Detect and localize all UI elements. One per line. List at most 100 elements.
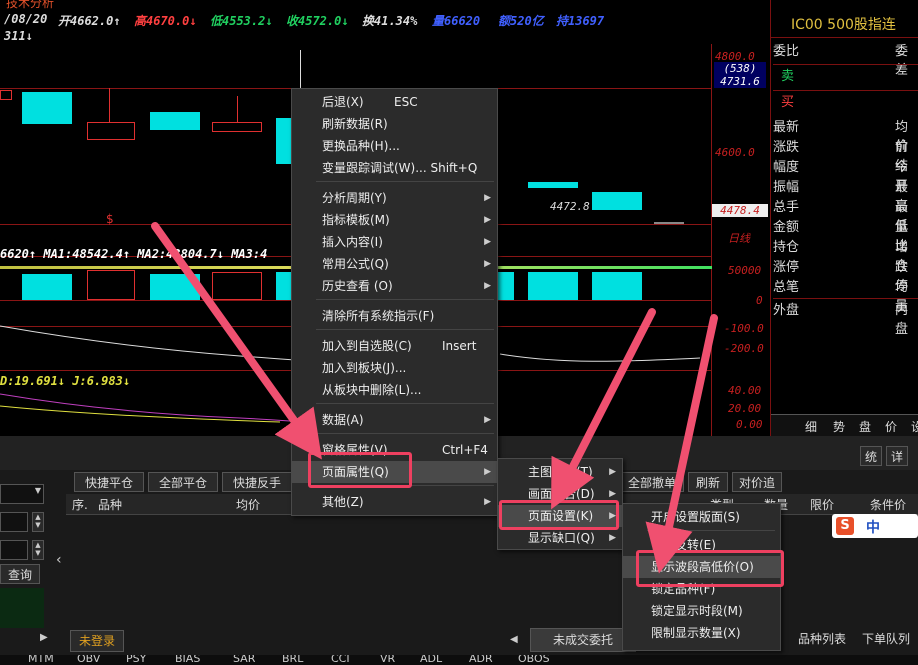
indicator-tab[interactable]: MTM (28, 655, 54, 665)
menu-separator (316, 299, 494, 300)
indicator-tab[interactable]: ADL (420, 655, 442, 665)
menu-item[interactable]: 清除所有系统指示(F) (292, 305, 497, 327)
hold-label: 持13697 (556, 14, 605, 28)
menu-item-label: 加入到自选股(C) (322, 339, 412, 353)
indicator-tab[interactable]: VR (380, 655, 395, 665)
menu-shortcut: Insert (442, 339, 477, 353)
tab-price[interactable]: 价 (885, 418, 897, 435)
highlight-box (499, 500, 619, 530)
menu-item[interactable]: 加入到板块(J)... (292, 357, 497, 379)
menu-item[interactable]: 更换品种(H)... (292, 135, 497, 157)
submenu-arrow-icon: ▶ (484, 497, 491, 507)
menu-item[interactable]: 插入内容(I) ▶ (292, 231, 497, 253)
expand-right-icon[interactable]: ▶ (40, 632, 48, 643)
menu-item[interactable]: 限制显示数量(X) (623, 622, 780, 644)
positions-table-header: 序. 品种 均价 (66, 494, 292, 515)
submenu-arrow-icon: ▶ (484, 415, 491, 425)
quantity-stepper[interactable]: ▲ ▼ (32, 540, 44, 560)
menu-item[interactable]: 开启设置版面(S) (623, 506, 780, 528)
quote-row: 持仓 增仓 (773, 236, 918, 274)
menu-item[interactable]: 数据(A) ▶ (292, 409, 497, 431)
quote-row-label: 外盘 (773, 303, 800, 318)
price-stepper[interactable]: ▲ ▼ (32, 512, 44, 532)
indicator-tab[interactable]: ADR (469, 655, 493, 665)
menu-item[interactable]: 其他(Z) ▶ (292, 491, 497, 513)
tab-instrument-list[interactable]: 品种列表 (784, 628, 860, 650)
y-tick: 0.00 (736, 418, 763, 431)
ime-indicator[interactable]: S 中 (832, 514, 918, 538)
indicator-tab[interactable]: BIAS (175, 655, 200, 665)
login-status[interactable]: 未登录 (70, 630, 124, 652)
account-select[interactable]: ▼ (0, 484, 44, 504)
indicator-tab[interactable]: OBV (77, 655, 100, 665)
menu-item[interactable]: 主图类型(T) ▶ (498, 461, 622, 483)
kdj-indicator-line: D:19.691↓ J:6.983↓ (0, 374, 131, 388)
indicator-tab[interactable]: BRL (282, 655, 303, 665)
close-all-button[interactable]: 全部平仓 (148, 472, 218, 492)
tab-scroll-left-icon[interactable]: ◀ (510, 634, 518, 645)
indicator-tab[interactable]: OBOS (518, 655, 550, 665)
tab-pending-orders[interactable]: 未成交委托 (530, 628, 636, 652)
menu-item[interactable]: 历史查看 (O) ▶ (292, 275, 497, 297)
stats-button[interactable]: 统 (860, 446, 882, 466)
candle (22, 92, 72, 124)
high-label: 高4670.0↓ (134, 14, 197, 28)
indicator-tab[interactable]: CCI (331, 655, 350, 665)
tab-technical-analysis[interactable]: 技术分析 (6, 0, 54, 11)
menu-item-label: 开启设置版面(S) (651, 510, 740, 524)
menu-item-label: 常用公式(Q) (322, 257, 389, 271)
price-field[interactable] (0, 512, 28, 532)
menu-item-label: 历史查看 (O) (322, 279, 393, 293)
instrument-title: IC00 500股指连 (771, 12, 918, 38)
chase-price-button[interactable]: 对价追 (732, 472, 782, 492)
y-tick: 40.00 (728, 384, 762, 397)
cancel-all-button[interactable]: 全部撤单 (620, 472, 684, 492)
volume-bar (276, 272, 292, 300)
period-label[interactable]: 日线 (728, 230, 750, 246)
collapse-left-icon[interactable]: ‹ (56, 552, 62, 568)
menu-item[interactable]: 后退(X) ESC (292, 91, 497, 113)
menu-item[interactable]: 刷新数据(R) (292, 113, 497, 135)
quick-close-button[interactable]: 快捷平仓 (74, 472, 144, 492)
quote-row: 买 (773, 90, 918, 115)
tab-book[interactable]: 盘 (859, 418, 871, 435)
menu-item[interactable]: 指标模板(M) ▶ (292, 209, 497, 231)
menu-item[interactable]: 分析周期(Y) ▶ (292, 187, 497, 209)
menu-separator (316, 181, 494, 182)
tab-detail[interactable]: 细 (805, 418, 817, 435)
detail-button[interactable]: 详 (886, 446, 908, 466)
tab-settings[interactable]: 设 (911, 418, 918, 435)
menu-item[interactable]: 从板块中删除(L)... (292, 379, 497, 401)
col-header: 品种 (98, 498, 123, 512)
refresh-button[interactable]: 刷新 (688, 472, 728, 492)
menu-item[interactable]: 变量跟踪调试(W)... Shift+Q (292, 157, 497, 179)
menu-item-label: 限制显示数量(X) (651, 626, 741, 640)
menu-item-label: 主图类型(T) (528, 465, 593, 479)
ime-logo-icon: S (836, 517, 854, 535)
menu-item[interactable]: 锁定显示时段(M) (623, 600, 780, 622)
tab-trend[interactable]: 势 (833, 418, 845, 435)
quote-row: 总手 最低 (773, 196, 918, 234)
menu-item-label: 锁定显示时段(M) (651, 604, 743, 618)
indicator-tab[interactable]: SAR (233, 655, 255, 665)
menu-item[interactable]: 常用公式(Q) ▶ (292, 253, 497, 275)
menu-item[interactable]: 显示缺口(Q) ▶ (498, 527, 622, 549)
quantity-field[interactable] (0, 540, 28, 560)
sub-label: 311↓ (4, 29, 33, 43)
low-label: 低4553.2↓ (210, 14, 273, 28)
submenu-arrow-icon: ▶ (609, 533, 616, 543)
quote-row-label: 涨停 (773, 260, 800, 275)
indicator-tab-strip: MTM OBV PSY BIAS SAR BRL CCI VR ADL ADR OBOS (0, 655, 918, 665)
quote-panel: IC00 500股指连 委比 委差卖买最新 均价 涨跌 前结 幅度 今开 振幅 最高 总手 最低 金额… (770, 0, 918, 437)
candle (212, 122, 262, 132)
query-button[interactable]: 查询 (0, 564, 40, 584)
quote-row-label: 幅度 (773, 160, 800, 175)
date-label: /08/20 (4, 12, 48, 26)
indicator-tab[interactable]: PSY (126, 655, 146, 665)
quick-reverse-button[interactable]: 快捷反手 (222, 472, 292, 492)
volume-label: 量66620 (432, 14, 481, 28)
tab-order-queue[interactable]: 下单队列 (862, 628, 918, 650)
volume-bar (22, 274, 72, 300)
candle (87, 122, 135, 140)
menu-item[interactable]: 加入到自选股(C) Insert (292, 335, 497, 357)
